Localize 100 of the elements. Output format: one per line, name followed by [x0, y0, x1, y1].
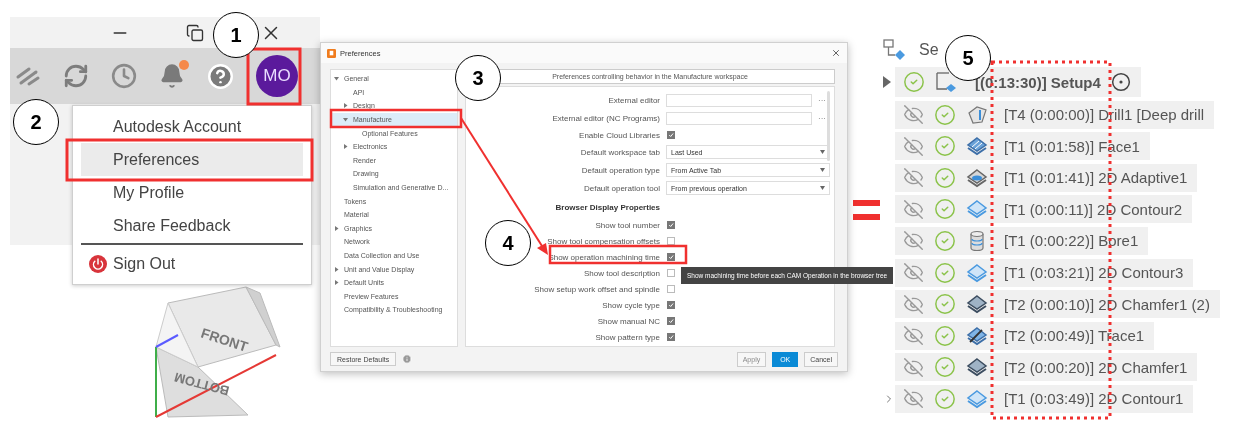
- caret-icon: [820, 168, 825, 172]
- setting-label: Default operation type: [581, 165, 660, 175]
- menu-item[interactable]: Preferences: [81, 143, 303, 176]
- eye-off-icon[interactable]: [903, 262, 924, 284]
- check-circle-icon: [934, 135, 956, 158]
- panel-title: Se: [919, 41, 939, 59]
- caret-icon: [820, 186, 825, 190]
- toggle-icon[interactable]: [343, 117, 348, 123]
- check-circle-icon: [934, 387, 956, 410]
- drill-icon: [966, 103, 988, 126]
- setting-label: Default workspace tab: [580, 147, 660, 157]
- setting-label: Show tool compensation offsets: [547, 236, 660, 246]
- setting-label: External editor (NC Programs): [552, 113, 660, 123]
- setting-label: Default operation tool: [583, 183, 660, 193]
- toggle-icon[interactable]: [334, 225, 339, 231]
- eye-off-icon[interactable]: [903, 293, 924, 315]
- layer-icon: [966, 261, 988, 284]
- check-circle-icon: [934, 356, 956, 379]
- setting-label: External editor: [608, 95, 660, 105]
- app-icon: [327, 48, 336, 58]
- tree-row[interactable]: [T1 (0:01:58)] Face1: [895, 132, 1150, 161]
- highlight-frame: [246, 47, 302, 106]
- section-heading: Browser Display Properties: [555, 202, 660, 212]
- setting-label: Show tool description: [583, 268, 660, 278]
- check-circle-icon: [934, 229, 956, 252]
- setting-label: Show tool number: [595, 220, 660, 230]
- tree-row[interactable]: [T2 (0:00:10)] 2D Chamfer1 (2): [895, 290, 1220, 319]
- expand-triangle-icon[interactable]: [883, 76, 891, 88]
- caret-icon: [820, 150, 825, 154]
- toggle-icon[interactable]: [334, 76, 339, 82]
- input-field[interactable]: [666, 111, 812, 125]
- layer-icon: [966, 356, 988, 379]
- eye-off-icon[interactable]: [903, 388, 924, 410]
- tree-row[interactable]: [T2 (0:00:20)] 2D Chamfer1: [895, 353, 1198, 382]
- menu-item[interactable]: Autodesk Account: [81, 110, 303, 143]
- tree-row[interactable]: [T1 (0:01:41)] 2D Adaptive1: [895, 163, 1198, 192]
- eye-off-icon[interactable]: [903, 135, 924, 157]
- checkbox[interactable]: [667, 131, 675, 139]
- check-circle-icon: [934, 324, 956, 347]
- striped-layer-icon: [966, 135, 988, 158]
- tree-row[interactable]: [T1 (0:00:11)] 2D Contour2: [895, 195, 1193, 224]
- check-circle-icon: [934, 198, 956, 221]
- radio-dot-icon[interactable]: [1110, 72, 1131, 92]
- eye-off-icon[interactable]: [903, 104, 924, 126]
- checkbox[interactable]: [667, 317, 675, 325]
- check-circle-icon: [903, 71, 925, 93]
- tree-row[interactable]: [T2 (0:00:49)] Trace1: [895, 321, 1155, 350]
- power-icon: [89, 254, 107, 273]
- setting-label: Enable Cloud Libraries: [579, 130, 660, 140]
- layer-icon: [966, 293, 988, 316]
- refresh-icon[interactable]: [63, 63, 89, 89]
- scrollbar[interactable]: [827, 91, 830, 161]
- tree-row[interactable]: [T1 (0:03:49)] 2D Contour1: [895, 384, 1194, 413]
- bell-icon[interactable]: [159, 63, 185, 89]
- tree-row[interactable]: [T1 (0:00:22)] Bore1: [895, 226, 1149, 255]
- menu-item[interactable]: Share Feedback: [81, 209, 303, 242]
- eye-off-icon[interactable]: [903, 356, 924, 378]
- layer-icon: [966, 387, 988, 410]
- browse-button[interactable]: ···: [818, 113, 826, 123]
- toggle-icon[interactable]: [343, 103, 348, 109]
- check-circle-icon: [934, 103, 956, 126]
- slashed-layer-icon: [966, 324, 988, 347]
- checkbox[interactable]: [667, 221, 675, 229]
- input-field[interactable]: [666, 93, 812, 107]
- avatar-button[interactable]: MO: [256, 55, 298, 97]
- check-circle-icon: [934, 166, 956, 189]
- eye-off-icon[interactable]: [903, 198, 924, 220]
- eye-off-icon[interactable]: [903, 325, 924, 347]
- viewcube-drawing[interactable]: [155, 286, 281, 418]
- clock-icon[interactable]: [111, 63, 137, 89]
- checkbox[interactable]: [667, 253, 675, 261]
- eye-off-icon[interactable]: [903, 167, 924, 189]
- check-circle-icon: [934, 293, 956, 316]
- checkbox[interactable]: [667, 237, 675, 245]
- tree-row[interactable]: [T1 (0:03:21)] 2D Contour3: [895, 258, 1194, 287]
- toggle-icon[interactable]: [343, 144, 348, 150]
- browse-button[interactable]: ···: [818, 95, 826, 105]
- hierarchy-icon[interactable]: [883, 38, 907, 62]
- info-icon[interactable]: [402, 354, 413, 364]
- checkbox[interactable]: [667, 285, 675, 293]
- toggle-icon[interactable]: [334, 280, 339, 286]
- toggle-icon[interactable]: [334, 266, 339, 272]
- close-icon[interactable]: [831, 48, 841, 58]
- cube-face-label: FRONT: [199, 324, 250, 355]
- checkbox[interactable]: [667, 301, 675, 309]
- layer-icon: [966, 198, 988, 221]
- menu-item[interactable]: Sign Out: [81, 247, 303, 280]
- menu-item[interactable]: My Profile: [81, 176, 303, 209]
- check-circle-icon: [934, 261, 956, 284]
- checkbox[interactable]: [667, 269, 675, 277]
- pocket-icon: [966, 166, 988, 189]
- setting-label: Show manual NC: [597, 316, 660, 326]
- checkbox[interactable]: [667, 333, 675, 341]
- equals-icon: [853, 200, 880, 222]
- tree-row[interactable]: [T4 (0:00:00)] Drill1 [Deep drill: [895, 100, 1215, 129]
- setting-label: Show setup work offset and spindle: [534, 284, 660, 294]
- eye-off-icon[interactable]: [903, 230, 924, 252]
- restore-icon[interactable]: [186, 23, 204, 42]
- setting-label: Show pattern type: [595, 332, 660, 342]
- help-icon[interactable]: [207, 62, 234, 90]
